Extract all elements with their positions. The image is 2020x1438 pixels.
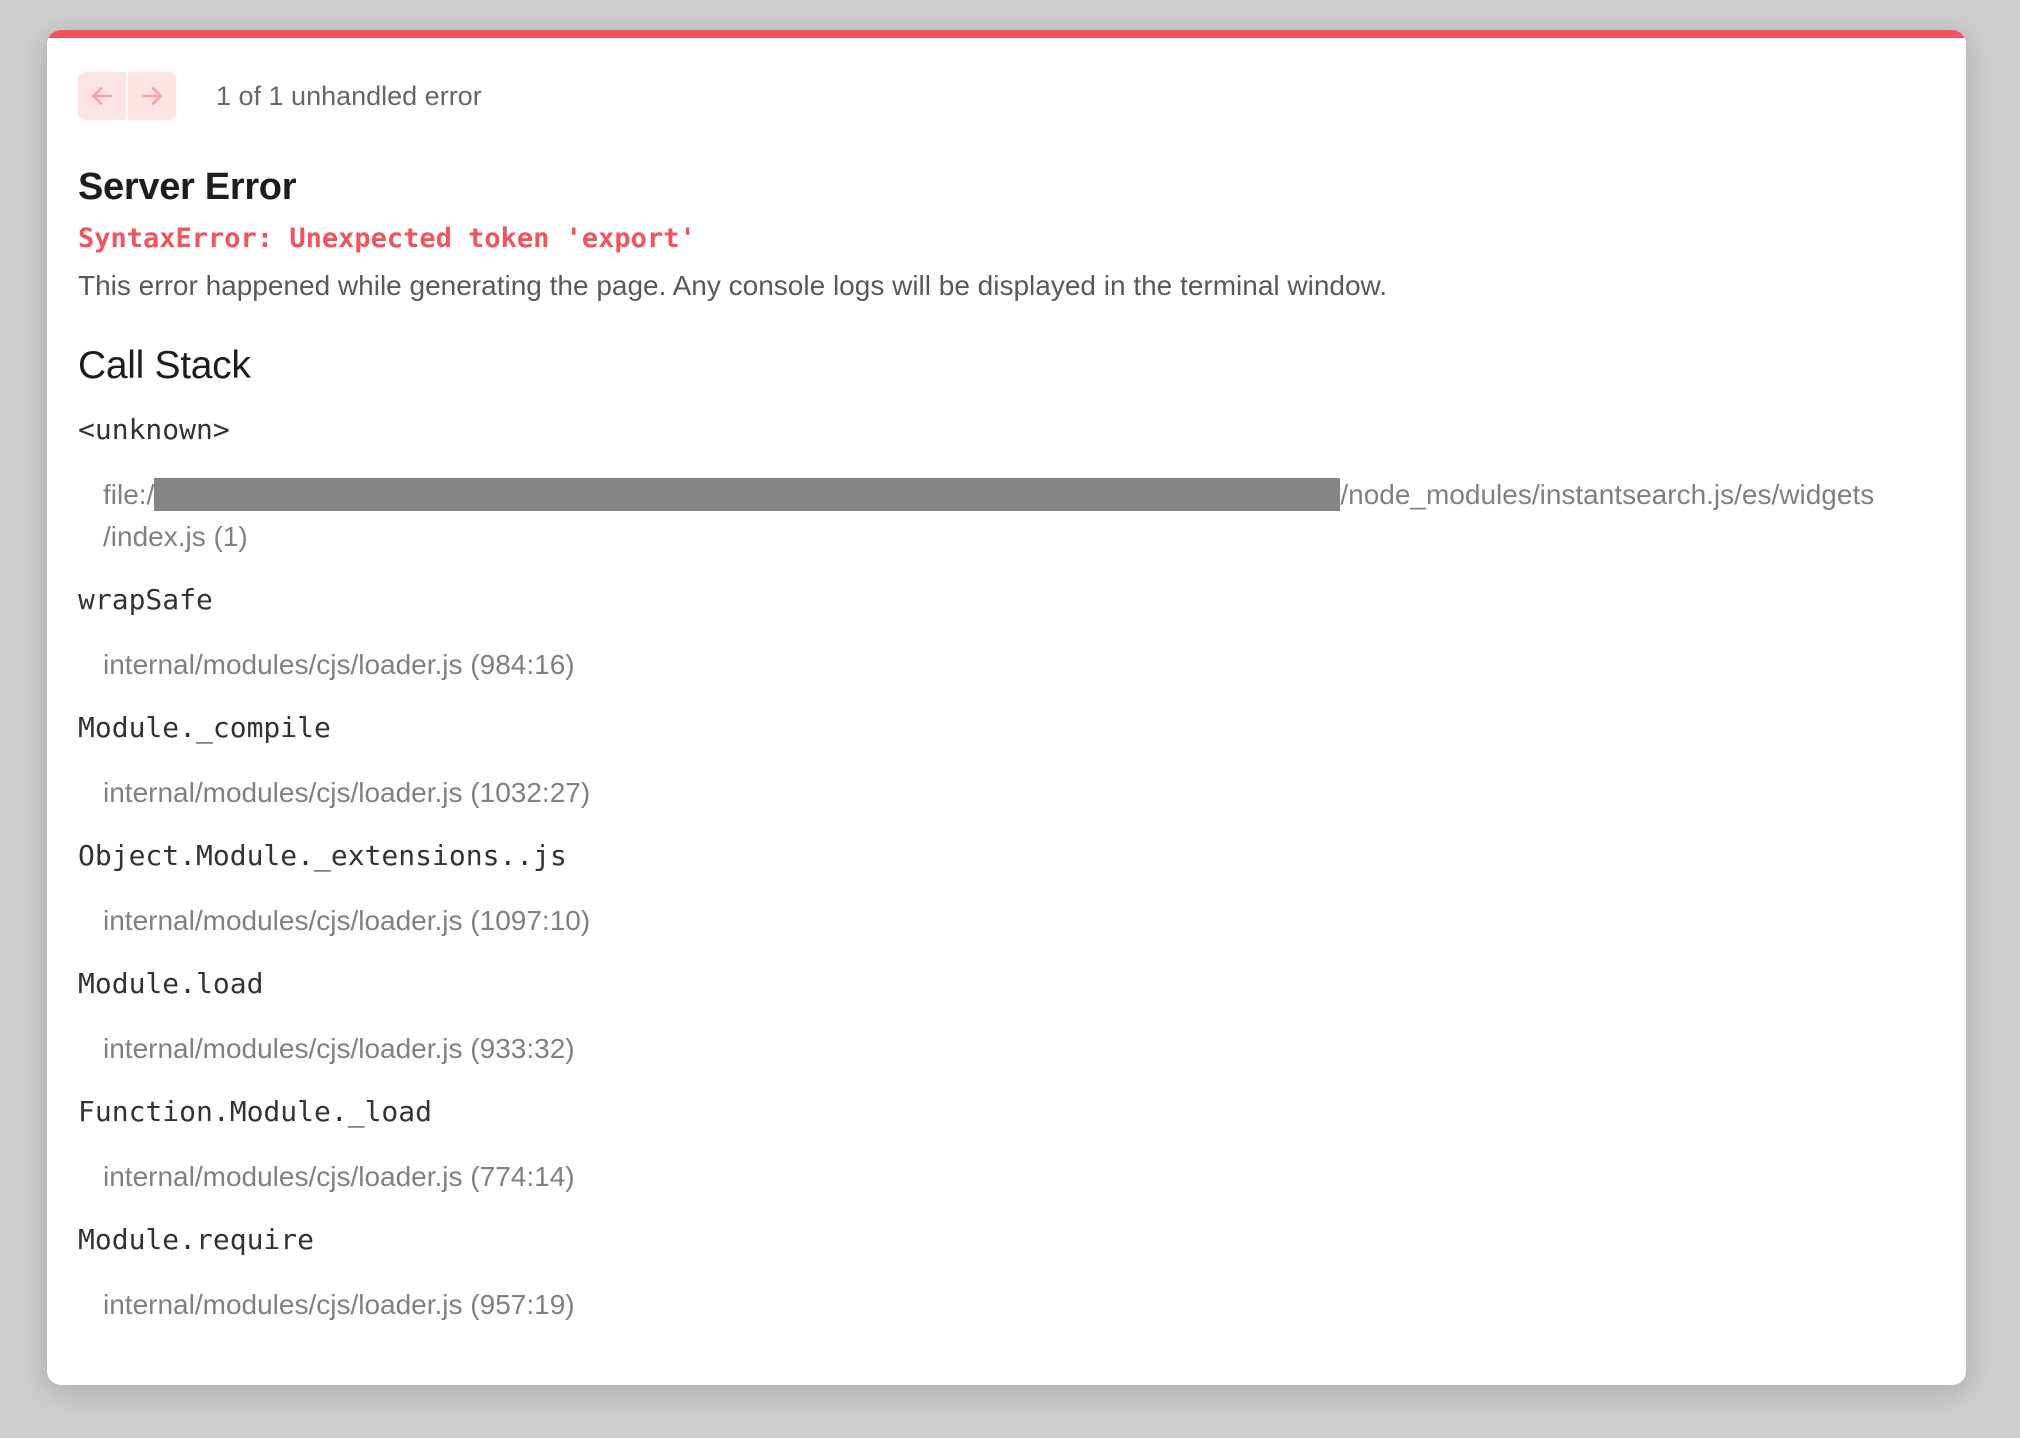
stack-frame-location[interactable]: internal/modules/cjs/loader.js (1097:10): [78, 900, 1935, 942]
stack-frame: Module.load internal/modules/cjs/loader.…: [78, 964, 1935, 1070]
stack-frame: <unknown> file:/ /node_modules/instantsea…: [78, 410, 1935, 558]
stack-frame-function: Module.load: [78, 967, 264, 1000]
call-stack-title: Call Stack: [78, 344, 251, 387]
nav-buttons-group: [78, 72, 176, 120]
stack-frame-function: wrapSafe: [78, 583, 213, 616]
stack-frame-function: Object.Module._extensions..js: [78, 839, 567, 872]
location-suffix: /node_modules/instantsearch.js/es/widget…: [1340, 479, 1875, 510]
stack-frame-location[interactable]: file:/ /node_modules/instantsearch.js/es/…: [78, 474, 1933, 558]
stack-frame-function: Function.Module._load: [78, 1095, 433, 1128]
stack-frame: Function.Module._load internal/modules/c…: [78, 1092, 1935, 1198]
redacted-path-block: [154, 478, 1341, 512]
error-navigation: 1 of 1 unhandled error: [78, 71, 1935, 121]
error-description: This error happened while generating the…: [78, 270, 1388, 301]
dialog-content: 1 of 1 unhandled error Server Error Synt…: [47, 71, 1966, 1326]
arrow-right-icon: [142, 87, 162, 105]
location-line2: /index.js (1): [103, 521, 248, 552]
previous-error-button[interactable]: [78, 72, 126, 120]
error-accent-bar: [47, 30, 1966, 38]
stack-frame: Object.Module._extensions..js internal/m…: [78, 836, 1935, 942]
stack-frame-location[interactable]: internal/modules/cjs/loader.js (984:16): [78, 644, 1935, 686]
stack-frame-function: Module.require: [78, 1223, 315, 1256]
error-overlay-dialog: 1 of 1 unhandled error Server Error Synt…: [47, 30, 1966, 1385]
error-message: SyntaxError: Unexpected token 'export': [78, 223, 696, 254]
stack-frame: Module.require internal/modules/cjs/load…: [78, 1220, 1935, 1326]
stack-frame-function: Module._compile: [78, 711, 331, 744]
stack-frame-location[interactable]: internal/modules/cjs/loader.js (957:19): [78, 1284, 1935, 1326]
stack-frame: Module._compile internal/modules/cjs/loa…: [78, 708, 1935, 814]
stack-frame-location[interactable]: internal/modules/cjs/loader.js (774:14): [78, 1156, 1935, 1198]
arrow-left-icon: [92, 87, 112, 105]
location-prefix: file:/: [103, 479, 155, 510]
stack-frame: wrapSafe internal/modules/cjs/loader.js …: [78, 580, 1935, 686]
next-error-button[interactable]: [128, 72, 176, 120]
stack-frame-location[interactable]: internal/modules/cjs/loader.js (933:32): [78, 1028, 1935, 1070]
error-title: Server Error: [78, 166, 297, 208]
stack-frame-location[interactable]: internal/modules/cjs/loader.js (1032:27): [78, 772, 1935, 814]
stack-frame-function: <unknown>: [78, 413, 230, 446]
error-count-label: 1 of 1 unhandled error: [216, 80, 482, 111]
